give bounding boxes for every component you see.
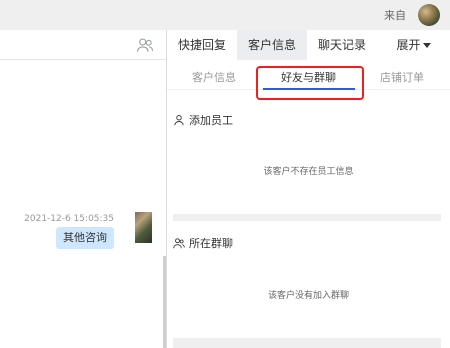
section-separator — [173, 214, 441, 221]
subtab-customer-info[interactable]: 客户信息 — [192, 69, 236, 85]
subtab-store-orders[interactable]: 店铺订单 — [380, 69, 424, 85]
caret-down-icon — [422, 43, 431, 48]
tab-quick-reply[interactable]: 快捷回复 — [167, 30, 237, 60]
empty-employee-message: 该客户不存在员工信息 — [263, 167, 354, 177]
section-separator — [173, 338, 441, 348]
tab-chat-history[interactable]: 聊天记录 — [307, 30, 377, 60]
app-root: 来自 2021-12-6 15:05:35 其他咨询 快捷回复 客户信息 聊天记… — [0, 0, 450, 348]
chat-header — [0, 30, 166, 60]
tab-customer-info[interactable]: 客户信息 — [237, 30, 307, 60]
group-icon — [173, 238, 185, 249]
section-title-text: 所在群聊 — [189, 237, 233, 250]
highlight-annotation — [256, 66, 364, 100]
section-add-employee-title: 添加员工 — [173, 112, 233, 128]
source-label: 来自 — [384, 9, 406, 22]
message-timestamp: 2021-12-6 15:05:35 — [24, 214, 114, 224]
empty-groups-message: 该客户没有加入群聊 — [267, 291, 349, 301]
tab-expand[interactable]: 展开 — [377, 30, 450, 60]
chat-pane: 2021-12-6 15:05:35 其他咨询 — [0, 30, 166, 348]
avatar[interactable] — [418, 4, 440, 26]
message-avatar — [135, 212, 152, 243]
message-bubble[interactable]: 其他咨询 — [56, 227, 114, 249]
top-bar: 来自 — [0, 0, 450, 30]
user-icon — [174, 115, 184, 126]
contacts-icon[interactable] — [136, 36, 154, 54]
expand-label: 展开 — [396, 38, 421, 52]
section-groups-title: 所在群聊 — [173, 235, 233, 251]
main-tabs: 快捷回复 客户信息 聊天记录 展开 — [167, 30, 450, 60]
customer-panel: 快捷回复 客户信息 聊天记录 展开 客户信息 好友与群聊 店铺订单 添加员工 该… — [167, 30, 450, 348]
section-title-text: 添加员工 — [189, 114, 233, 127]
